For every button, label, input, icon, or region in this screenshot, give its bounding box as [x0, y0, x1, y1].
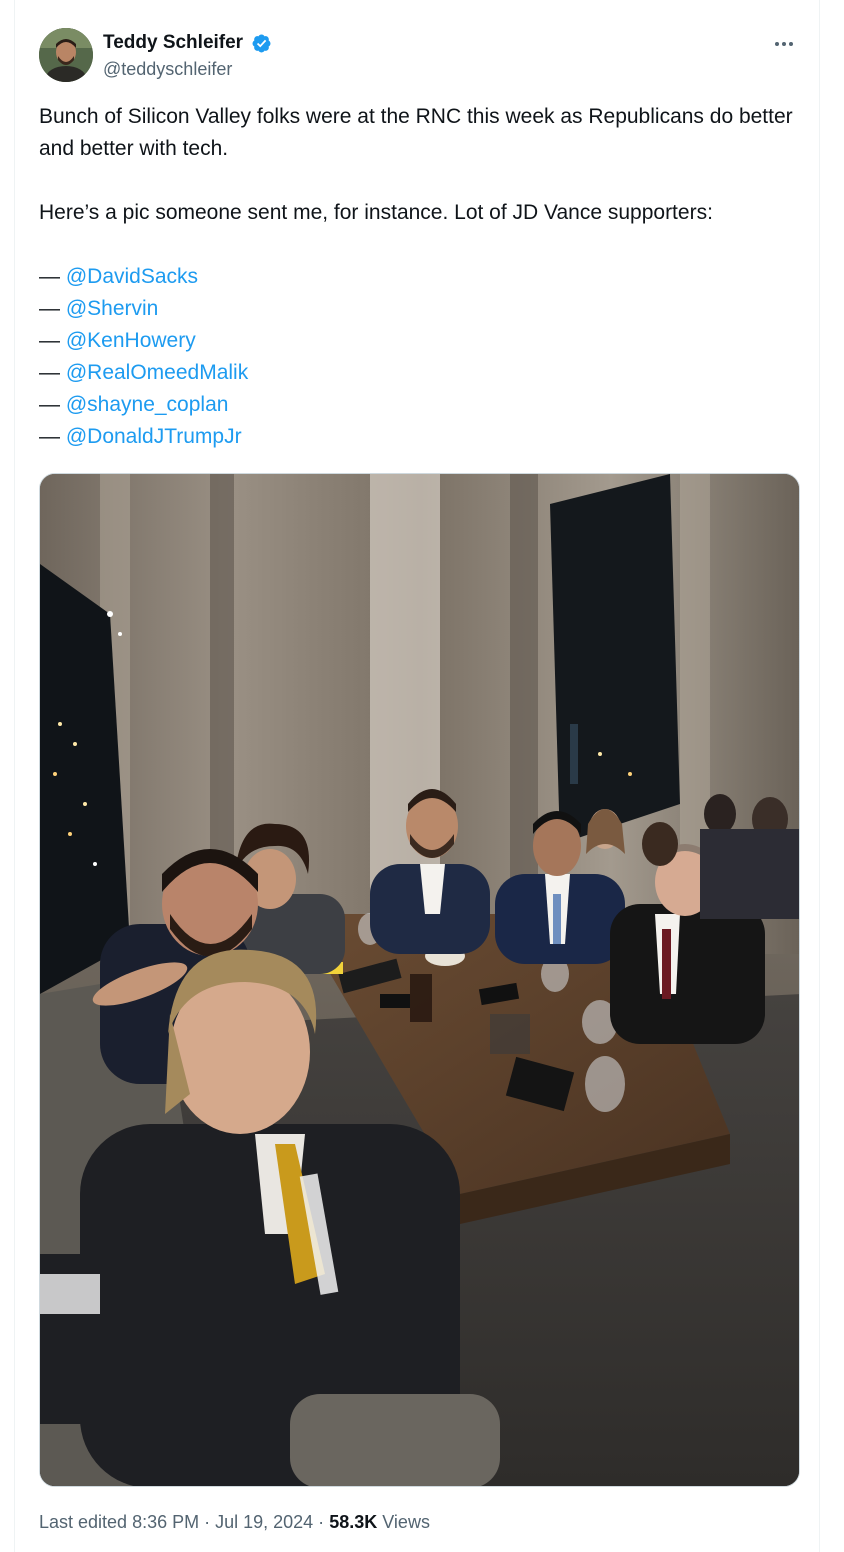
verified-badge-icon [251, 33, 272, 54]
tweet-text: Bunch of Silicon Valley folks were at th… [39, 101, 799, 453]
more-dot-icon [775, 42, 779, 46]
more-icon[interactable] [769, 32, 799, 56]
mention-line: — @Shervin [39, 293, 799, 325]
avatar[interactable] [39, 28, 93, 82]
mention-dash: — [39, 393, 60, 416]
mention-dash: — [39, 297, 60, 320]
tweet-text-line: Bunch of Silicon Valley folks were at th… [39, 105, 793, 160]
author-display-name[interactable]: Teddy Schleifer [103, 31, 243, 55]
mention-link[interactable]: @RealOmeedMalik [66, 361, 248, 384]
mention-link[interactable]: @DonaldJTrumpJr [66, 425, 242, 448]
edited-timestamp[interactable]: Last edited 8:36 PM · Jul 19, 2024 · [39, 1512, 324, 1532]
mention-line: — @DonaldJTrumpJr [39, 421, 799, 453]
mention-line: — @shayne_coplan [39, 389, 799, 421]
mention-link[interactable]: @shayne_coplan [66, 393, 229, 416]
more-dot-icon [782, 42, 786, 46]
views-label: Views [382, 1512, 430, 1532]
more-dot-icon [789, 42, 793, 46]
mention-dash: — [39, 329, 60, 352]
author-handle[interactable]: @teddyschleifer [103, 57, 272, 81]
mention-link[interactable]: @Shervin [66, 297, 159, 320]
tweet-meta: Last edited 8:36 PM · Jul 19, 2024 · 58.… [39, 1510, 430, 1534]
author-block: Teddy Schleifer @teddyschleifer [103, 31, 272, 81]
mention-dash: — [39, 425, 60, 448]
mention-line: — @DavidSacks [39, 261, 799, 293]
tweet-text-line: Here’s a pic someone sent me, for instan… [39, 201, 713, 224]
tweet-header: Teddy Schleifer @teddyschleifer [39, 28, 799, 84]
views-count: 58.3K [329, 1512, 378, 1532]
mention-link[interactable]: @KenHowery [66, 329, 196, 352]
tweet-card: Teddy Schleifer @teddyschleifer Bunch of… [14, 0, 820, 1552]
mention-line: — @RealOmeedMalik [39, 357, 799, 389]
mention-dash: — [39, 361, 60, 384]
mention-dash: — [39, 265, 60, 288]
mention-line: — @KenHowery [39, 325, 799, 357]
mention-link[interactable]: @DavidSacks [66, 265, 198, 288]
tweet-photo[interactable] [39, 473, 800, 1487]
